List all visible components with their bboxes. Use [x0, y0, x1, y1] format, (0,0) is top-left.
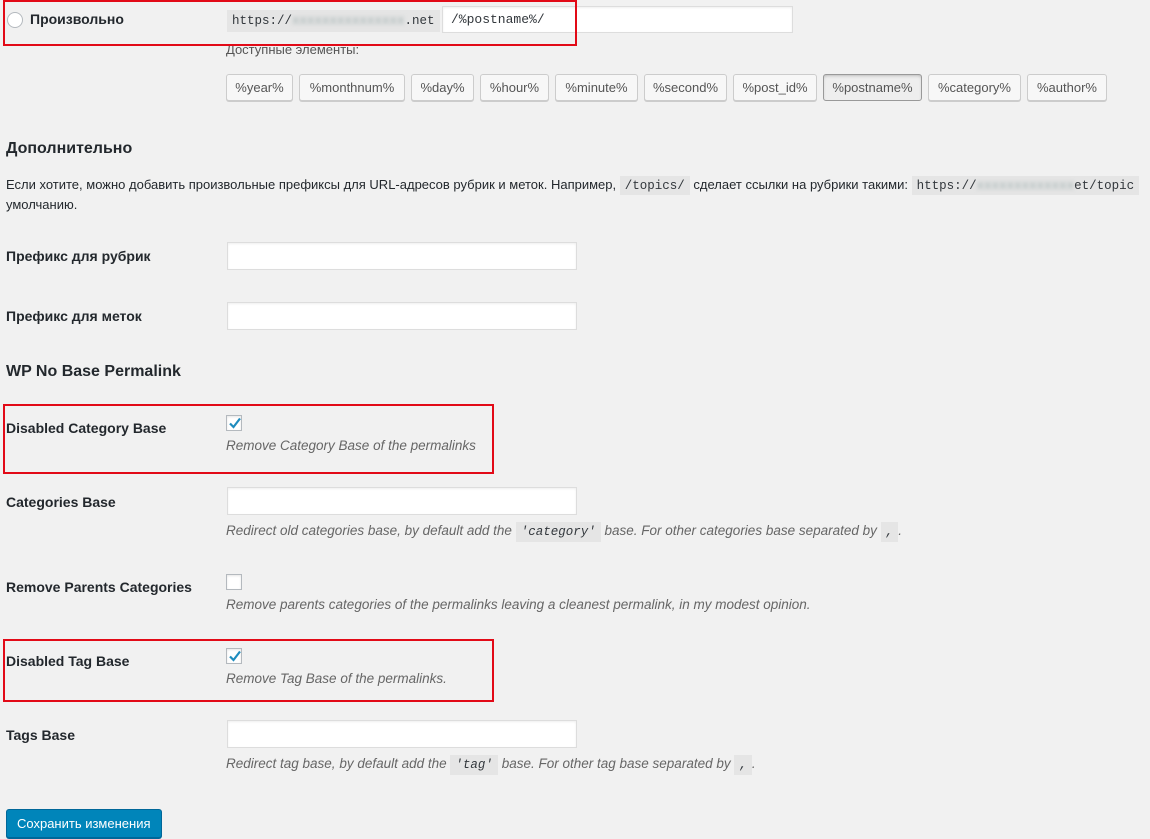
- disabled-category-base-description: Remove Category Base of the permalinks: [226, 438, 476, 453]
- tag-button-year[interactable]: %year%: [226, 74, 293, 101]
- remove-parents-description: Remove parents categories of the permali…: [226, 597, 811, 612]
- tags-base-label: Tags Base: [6, 727, 75, 743]
- tag-button-author[interactable]: %author%: [1027, 74, 1107, 101]
- optional-description-line2: умолчанию.: [6, 197, 78, 212]
- tag-button-monthnum[interactable]: %monthnum%: [299, 74, 405, 101]
- save-changes-button[interactable]: Сохранить изменения: [6, 809, 162, 838]
- custom-structure-label: Произвольно: [30, 11, 124, 27]
- remove-parents-checkbox[interactable]: [226, 574, 242, 590]
- separator-code: ,: [880, 522, 899, 542]
- tag-code: 'tag': [450, 755, 498, 775]
- categories-base-input[interactable]: [227, 487, 577, 515]
- separator-code: ,: [734, 755, 752, 775]
- tag-button-post-id[interactable]: %post_id%: [733, 74, 817, 101]
- disabled-tag-base-checkbox[interactable]: [226, 648, 242, 664]
- tag-prefix-input[interactable]: [227, 302, 577, 330]
- remove-parents-label: Remove Parents Categories: [6, 579, 192, 595]
- tag-button-category[interactable]: %category%: [928, 74, 1021, 101]
- checkmark-icon: [229, 417, 241, 429]
- tags-base-description: Redirect tag base, by default add the 't…: [226, 755, 756, 775]
- tag-button-day[interactable]: %day%: [411, 74, 474, 101]
- optional-heading: Дополнительно: [6, 140, 133, 157]
- blurred-domain: xxxxxxxxxxxxx: [976, 179, 1075, 193]
- tag-prefix-label: Префикс для меток: [6, 308, 142, 324]
- available-elements-label: Доступные элементы:: [226, 42, 360, 57]
- topics-code: /topics/: [619, 176, 690, 195]
- custom-structure-input[interactable]: [442, 6, 793, 33]
- tags-base-input[interactable]: [227, 720, 577, 748]
- category-prefix-label: Префикс для рубрик: [6, 248, 151, 264]
- tag-button-minute[interactable]: %minute%: [555, 74, 638, 101]
- example-url: https://xxxxxxxxxxxxxet/topic: [911, 176, 1140, 195]
- tag-button-second[interactable]: %second%: [644, 74, 727, 101]
- disabled-tag-base-label: Disabled Tag Base: [6, 653, 130, 669]
- blurred-domain: xxxxxxxxxxxxxxx: [292, 14, 405, 28]
- category-code: 'category': [515, 522, 601, 542]
- disabled-tag-base-description: Remove Tag Base of the permalinks.: [226, 671, 447, 686]
- optional-description: Если хотите, можно добавить произвольные…: [6, 176, 1150, 195]
- disabled-category-base-checkbox[interactable]: [226, 415, 242, 431]
- plugin-heading: WP No Base Permalink: [6, 363, 181, 380]
- categories-base-description: Redirect old categories base, by default…: [226, 522, 902, 542]
- disabled-category-base-label: Disabled Category Base: [6, 420, 167, 436]
- tag-button-hour[interactable]: %hour%: [480, 74, 549, 101]
- custom-structure-radio[interactable]: [7, 12, 23, 28]
- checkmark-icon: [229, 650, 241, 662]
- tag-button-postname[interactable]: %postname%: [823, 74, 922, 101]
- categories-base-label: Categories Base: [6, 494, 116, 510]
- category-prefix-input[interactable]: [227, 242, 577, 270]
- permalink-url-prefix: https://xxxxxxxxxxxxxxx.net: [227, 10, 440, 32]
